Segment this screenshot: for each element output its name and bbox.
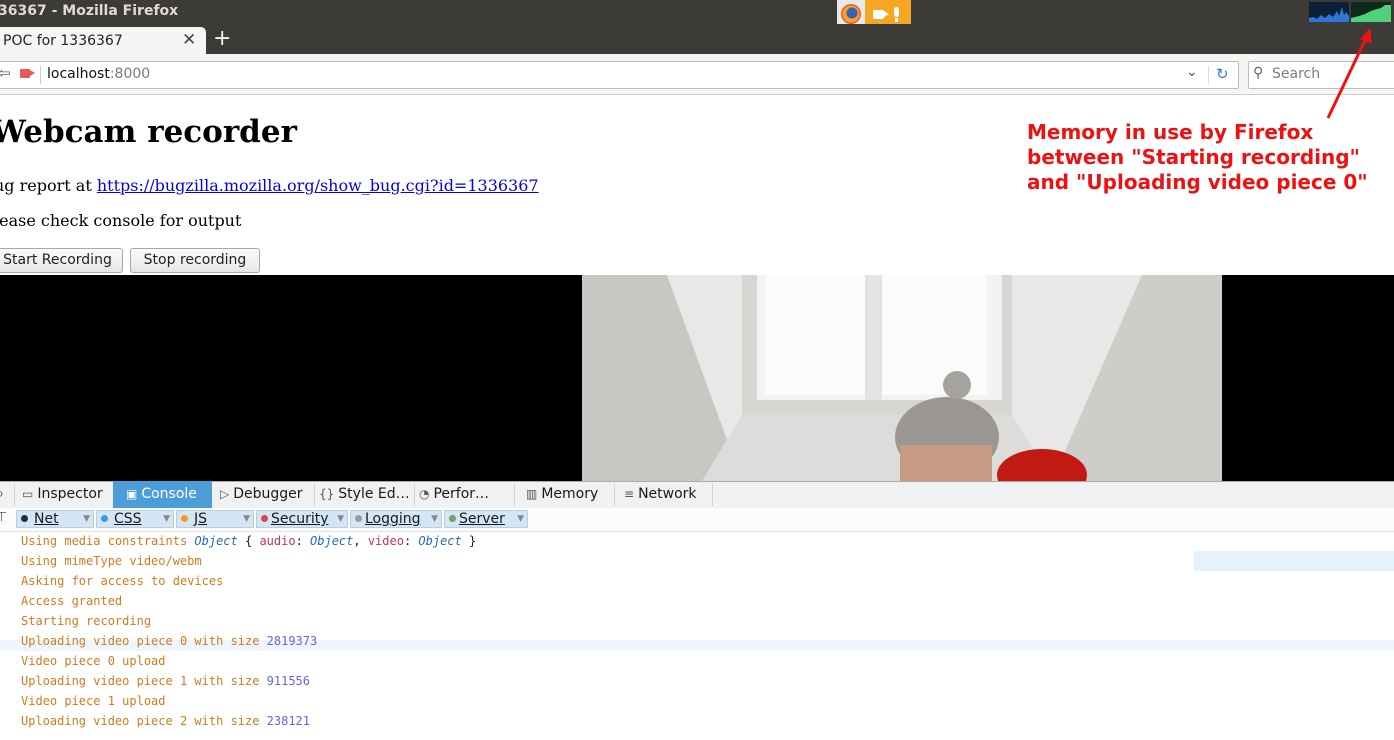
css-dot-icon <box>101 515 108 522</box>
net-dot-icon <box>21 515 28 522</box>
search-input[interactable]: Search <box>1272 66 1320 82</box>
tab-title: POC for 1336367 <box>3 33 123 49</box>
stop-recording-button[interactable]: Stop recording <box>130 248 260 273</box>
filter-net-button[interactable]: Net ▼ <box>16 510 94 528</box>
search-icon: ⚲ <box>1253 65 1264 81</box>
page-title: Webcam recorder <box>0 114 297 150</box>
tab-console[interactable]: ▣ Console <box>113 481 212 508</box>
window-titlebar: 36367 - Mozilla Firefox <box>0 0 1394 24</box>
console-message[interactable]: Uploading video piece 2 with size 238121 <box>21 714 310 728</box>
camera-sharing-icon[interactable] <box>20 69 35 78</box>
chevron-down-icon: ▼ <box>243 514 250 524</box>
console-message[interactable]: Using mimeType video/webm <box>21 554 202 568</box>
console-message[interactable]: Uploading video piece 0 with size 281937… <box>21 634 317 648</box>
tab-style-editor[interactable]: {} Style Ed… <box>315 481 417 508</box>
webcam-frame <box>582 275 1222 481</box>
url-text[interactable]: localhost:8000 <box>47 66 150 82</box>
url-bar[interactable] <box>0 61 1239 89</box>
window-title: 36367 - Mozilla Firefox <box>0 3 179 19</box>
logging-dot-icon <box>355 515 362 522</box>
camera-icon <box>873 10 889 19</box>
console-message[interactable]: Video piece 1 upload <box>21 694 166 708</box>
tab-strip <box>0 24 1394 54</box>
url-divider <box>1208 66 1209 84</box>
chevron-down-icon: ▼ <box>431 514 438 524</box>
url-divider <box>40 66 41 84</box>
bug-report-line: ug report at https://bugzilla.mozilla.or… <box>0 176 539 195</box>
annotation-line: between "Starting recording" <box>1027 145 1360 169</box>
close-tab-icon[interactable]: ✕ <box>182 30 196 50</box>
firefox-logo-icon <box>841 4 861 24</box>
console-message[interactable]: Asking for access to devices <box>21 574 223 588</box>
reload-icon[interactable]: ↻ <box>1216 65 1229 83</box>
debugger-icon: ▷ <box>220 487 230 501</box>
clear-console-icon[interactable]: ⊤ <box>0 510 7 525</box>
tab-memory[interactable]: ▥ Memory <box>515 481 622 508</box>
filter-logging-button[interactable]: Logging ▼ <box>350 510 442 528</box>
chevron-down-icon: ▼ <box>517 514 524 524</box>
console-icon: ▣ <box>126 487 138 501</box>
js-dot-icon <box>181 515 188 522</box>
filter-js-button[interactable]: JS ▼ <box>176 510 254 528</box>
chevron-down-icon[interactable]: ⌄ <box>1186 64 1198 80</box>
console-message[interactable]: Using media constraints Object { audio: … <box>21 534 476 548</box>
row-highlight <box>1194 551 1394 571</box>
new-tab-icon[interactable]: + <box>213 26 231 51</box>
console-message[interactable]: Uploading video piece 1 with size 911556 <box>21 674 310 688</box>
filter-css-button[interactable]: CSS ▼ <box>96 510 174 528</box>
back-arrow-icon[interactable]: ⇦ <box>0 64 11 82</box>
annotation-line: Memory in use by Firefox <box>1027 120 1314 144</box>
toolbar-divider <box>712 484 713 506</box>
annotation-arrow-icon <box>1326 28 1372 119</box>
tab-debugger[interactable]: ▷ Debugger <box>214 481 320 508</box>
chevron-down-icon: ▼ <box>337 514 344 524</box>
tab-inspector[interactable]: ▭ Inspector <box>16 481 118 508</box>
server-dot-icon <box>449 515 456 522</box>
network-icon: ≡ <box>624 487 635 501</box>
microphone-icon <box>894 7 899 22</box>
cpu-graph-icon <box>1309 2 1349 22</box>
toolbar-divider <box>14 484 15 506</box>
security-dot-icon <box>261 515 268 522</box>
bug-link[interactable]: https://bugzilla.mozilla.org/show_bug.cg… <box>97 176 539 195</box>
memory-graph-icon <box>1351 2 1391 22</box>
style-editor-icon: {} <box>319 487 335 501</box>
chevron-down-icon: ▼ <box>163 514 170 524</box>
pick-element-icon[interactable]: ⌕ <box>0 481 6 508</box>
memory-annotation: Memory in use by Firefox between "Starti… <box>1027 120 1368 195</box>
chevron-down-icon: ▼ <box>83 514 90 524</box>
tab-network[interactable]: ≡ Network <box>615 481 720 508</box>
memory-icon: ▥ <box>526 487 538 501</box>
console-message[interactable]: Video piece 0 upload <box>21 654 166 668</box>
inspector-icon: ▭ <box>22 487 34 501</box>
tab-performance[interactable]: ◔ Perfor… <box>415 481 517 508</box>
console-message[interactable]: Starting recording <box>21 614 151 628</box>
performance-icon: ◔ <box>419 487 430 501</box>
start-recording-button[interactable]: Start Recording <box>0 248 123 273</box>
filter-server-button[interactable]: Server ▼ <box>444 510 528 528</box>
annotation-line: and "Uploading video piece 0" <box>1027 170 1368 194</box>
console-note: lease check console for output <box>0 211 242 230</box>
filter-security-button[interactable]: Security ▼ <box>256 510 348 528</box>
console-message[interactable]: Access granted <box>21 594 122 608</box>
tab-poc[interactable]: POC for 1336367 ✕ <box>0 27 206 54</box>
